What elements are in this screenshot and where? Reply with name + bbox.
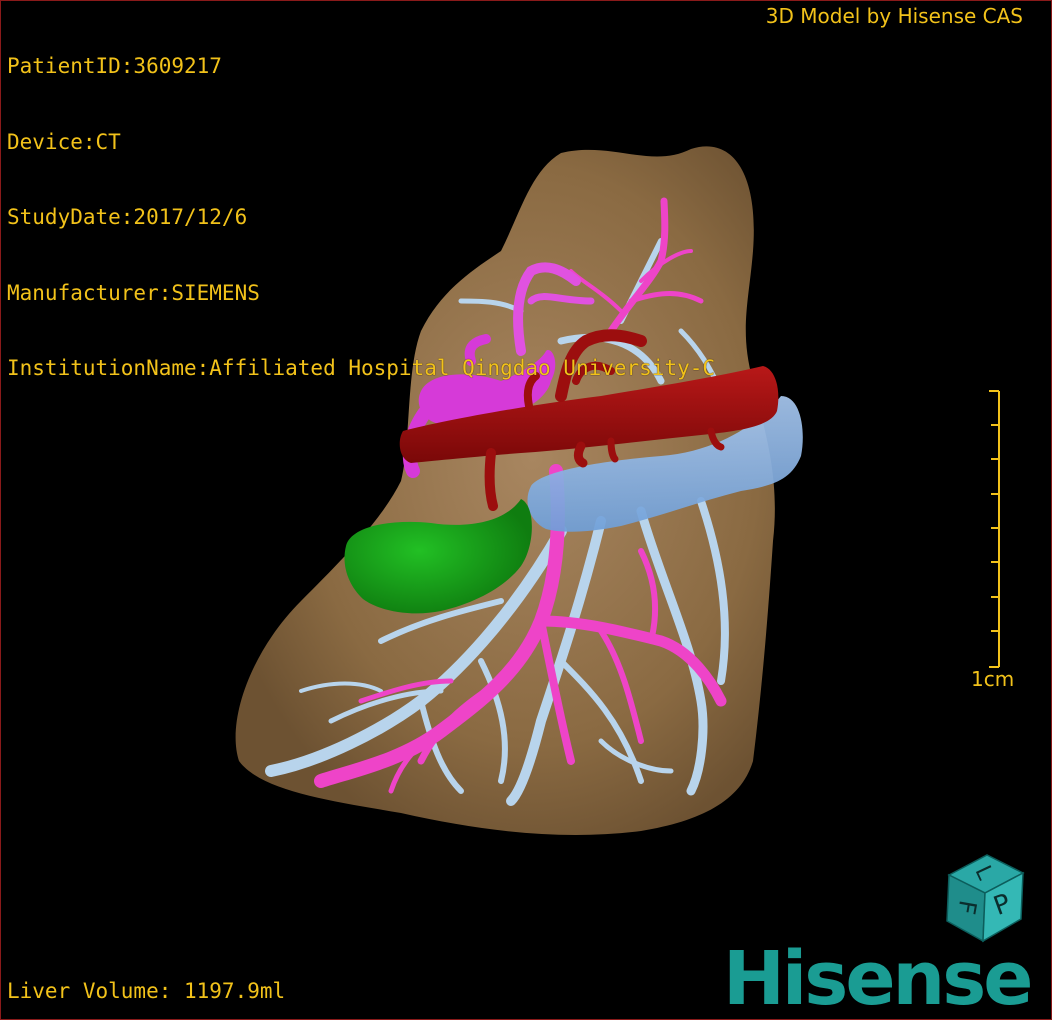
study-date: StudyDate:2017/12/6 <box>7 205 248 229</box>
device: Device:CT <box>7 129 121 154</box>
orientation-cube[interactable]: L P F <box>931 847 1031 947</box>
hisense-logo: Hisense <box>723 936 1033 1020</box>
liver-volume: Liver Volume: 1197.9ml <box>7 979 286 1003</box>
scale-label: 1cm <box>971 667 1015 691</box>
model-credit: 3D Model by Hisense CAS <box>765 4 1023 28</box>
patient-info-panel: PatientID:3609217 Device:CT StudyDate:20… <box>7 4 715 432</box>
manufacturer: Manufacturer:SIEMENS <box>7 280 260 305</box>
institution-name: InstitutionName:Affiliated Hospital Qing… <box>7 356 716 380</box>
3d-viewport[interactable]: PatientID:3609217 Device:CT StudyDate:20… <box>0 0 1052 1020</box>
patient-id: PatientID:3609217 <box>7 54 222 78</box>
scale-bar <box>989 390 1000 668</box>
